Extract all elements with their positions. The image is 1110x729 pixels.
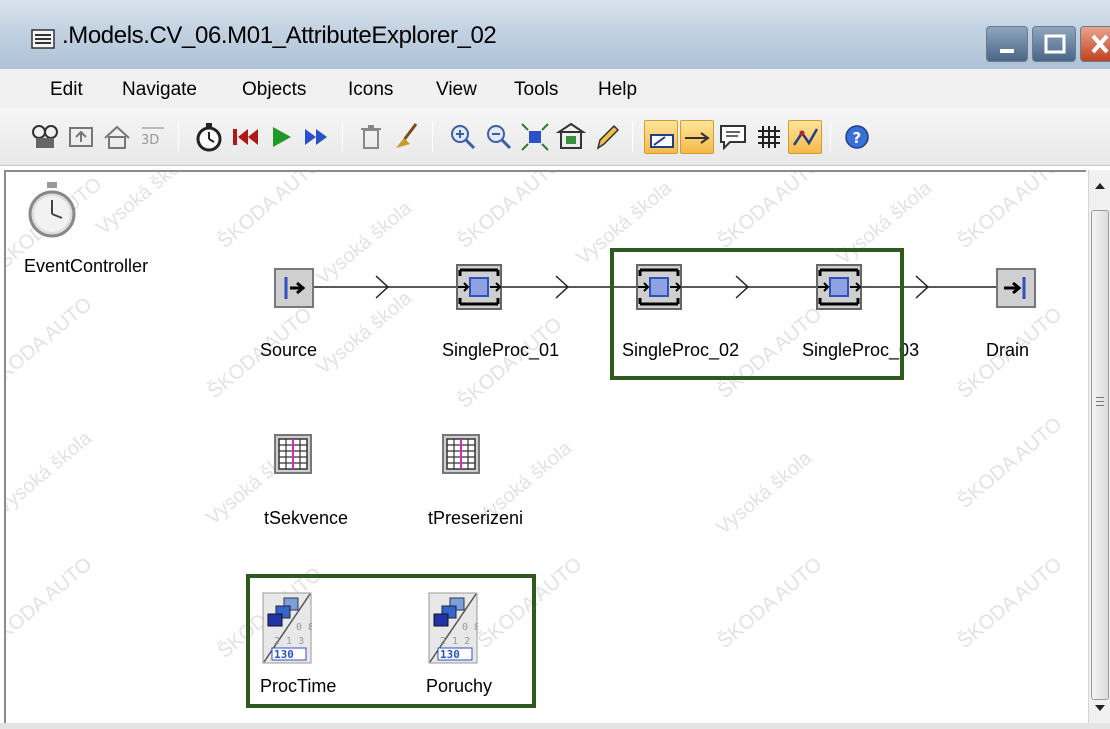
pencil-icon[interactable] xyxy=(590,120,624,154)
fast-forward-icon[interactable] xyxy=(300,120,334,154)
delete-icon[interactable] xyxy=(354,120,388,154)
model-canvas[interactable]: ŠKODA AUTO Vysoká škola ŠKODA AUTO Vysok… xyxy=(4,170,1086,723)
close-button[interactable] xyxy=(1080,26,1110,62)
scrollbar-grip xyxy=(1096,401,1104,402)
scroll-down-icon[interactable] xyxy=(1089,698,1110,718)
toolbar: 3D ? xyxy=(0,108,1110,166)
title-bar: .Models.CV_06.M01_AttributeExplorer_02 xyxy=(0,0,1110,68)
single-proc-icon xyxy=(456,264,502,314)
menu-icons[interactable]: Icons xyxy=(348,79,393,101)
toolbar-separator xyxy=(432,122,433,152)
minimize-button[interactable] xyxy=(986,26,1028,62)
menu-help[interactable]: Help xyxy=(598,79,637,101)
zoom-in-icon[interactable] xyxy=(446,120,480,154)
vertical-scrollbar[interactable] xyxy=(1088,170,1110,723)
table-tpreserizeni[interactable] xyxy=(442,434,480,479)
table-tsekvence[interactable] xyxy=(274,434,312,479)
svg-text:?: ? xyxy=(853,129,862,147)
event-controller-icon[interactable] xyxy=(192,120,226,154)
connector-icon[interactable] xyxy=(680,120,714,154)
clean-icon[interactable] xyxy=(390,120,424,154)
zoom-out-icon[interactable] xyxy=(482,120,516,154)
menu-view[interactable]: View xyxy=(436,79,477,101)
source-object[interactable] xyxy=(274,268,314,313)
up-folder-icon[interactable] xyxy=(64,120,98,154)
menu-objects[interactable]: Objects xyxy=(242,79,306,101)
signal-icon[interactable] xyxy=(788,120,822,154)
menu-bar: Edit Navigate Objects Icons View Tools H… xyxy=(0,68,1110,108)
fit-icon[interactable] xyxy=(518,120,552,154)
menu-edit[interactable]: Edit xyxy=(50,79,83,101)
toolbar-separator xyxy=(632,122,633,152)
toolbar-separator xyxy=(342,122,343,152)
source-label: Source xyxy=(260,340,318,360)
stopwatch-icon xyxy=(28,182,78,244)
menu-navigate[interactable]: Navigate xyxy=(122,79,197,101)
source-icon xyxy=(274,268,314,312)
single-proc-01-label: SingleProc_01 xyxy=(442,340,560,360)
scrollbar-thumb[interactable] xyxy=(1091,210,1109,700)
event-controller-label: EventController xyxy=(24,256,149,276)
start-icon[interactable] xyxy=(264,120,298,154)
scrollbar-grip xyxy=(1096,405,1104,406)
bottom-border xyxy=(0,723,1110,729)
drain-icon xyxy=(996,268,1036,312)
table-file-icon xyxy=(442,434,480,478)
connector-lines xyxy=(308,275,996,299)
frame-icon[interactable] xyxy=(554,120,588,154)
window-title: .Models.CV_06.M01_AttributeExplorer_02 xyxy=(62,22,497,49)
3d-icon[interactable]: 3D xyxy=(136,120,170,154)
table-tsekvence-label: tSekvence xyxy=(264,508,349,528)
explorer-icon[interactable] xyxy=(28,120,62,154)
home-icon[interactable] xyxy=(100,120,134,154)
model-frame-icon xyxy=(30,26,56,52)
highlight-frame-explorers xyxy=(246,574,536,708)
scrollbar-grip xyxy=(1096,397,1104,398)
toolbar-separator xyxy=(178,122,179,152)
highlight-frame-processes xyxy=(610,248,904,380)
event-controller[interactable] xyxy=(28,180,78,245)
toolbar-separator xyxy=(830,122,831,152)
grid-icon[interactable] xyxy=(752,120,786,154)
reset-icon[interactable] xyxy=(228,120,262,154)
menu-tools[interactable]: Tools xyxy=(514,79,558,101)
table-tpreserizeni-label: tPreserizeni xyxy=(428,508,524,528)
connector-mode-icon[interactable] xyxy=(644,120,678,154)
scroll-up-icon[interactable] xyxy=(1089,176,1110,196)
single-proc-01[interactable] xyxy=(456,264,502,315)
maximize-button[interactable] xyxy=(1032,26,1076,62)
svg-text:3D: 3D xyxy=(141,133,159,148)
drain-label: Drain xyxy=(986,340,1030,360)
table-file-icon xyxy=(274,434,312,478)
comment-icon[interactable] xyxy=(716,120,750,154)
attribute-explorer-window: .Models.CV_06.M01_AttributeExplorer_02 E… xyxy=(0,0,1110,729)
drain-object[interactable] xyxy=(996,268,1036,313)
help-icon[interactable]: ? xyxy=(840,120,874,154)
